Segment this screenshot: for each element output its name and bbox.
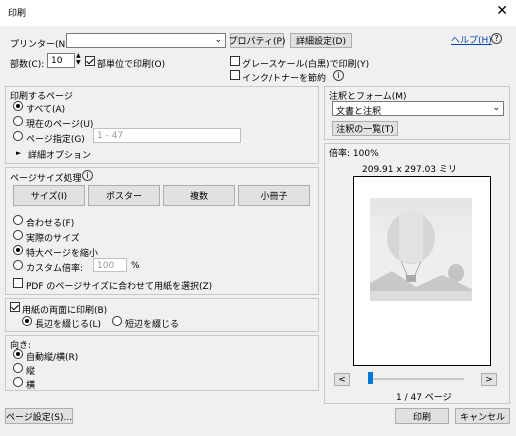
page-setup-button[interactable]: ページ設定(S)... [5,408,73,424]
radio-auto-orientation-label: 自動縦/横(R) [26,353,79,363]
info-icon[interactable]: i [333,70,344,81]
orientation-panel [5,335,319,391]
collate-label: 部単位で印刷(O) [97,60,166,70]
radio-all-label: すべて(A) [26,105,66,115]
size-button[interactable]: サイズ(I) [13,185,85,206]
radio-shrink-oversized-label: 特大ページを縮小 [26,249,98,259]
next-page-button[interactable]: > [481,373,497,386]
preview-image [370,198,472,301]
pdf-paper-checkbox[interactable] [13,278,23,288]
help-icon[interactable]: ? [491,33,502,44]
copies-input[interactable]: 10 [47,53,75,68]
more-options-icon[interactable]: ► [16,149,21,157]
radio-page-range-label: ページ指定(G) [26,135,85,145]
page-sizing-info-icon[interactable]: i [82,170,93,181]
radio-shrink-oversized[interactable] [13,245,23,255]
chevron-down-icon: ⌄ [214,35,222,45]
radio-current-page-label: 現在のページ(U) [26,120,94,130]
radio-portrait-label: 縦 [26,367,36,377]
percent-label: % [131,261,140,271]
pages-to-print-title: 印刷するページ [10,92,73,102]
radio-auto-orientation[interactable] [13,349,23,359]
close-icon[interactable]: ✕ [496,3,508,19]
window-title: 印刷 [8,9,27,19]
radio-landscape[interactable] [13,377,23,387]
summarize-comments-button[interactable]: 注釈の一覧(T) [332,121,398,136]
multiple-button[interactable]: 複数 [163,185,235,206]
prev-page-button[interactable]: < [334,373,350,386]
print-button[interactable]: 印刷 [395,408,449,424]
radio-long-edge-label: 長辺を綴じる(L) [35,320,102,330]
save-ink-label: インク/トナーを節約 [242,74,327,84]
save-ink-checkbox[interactable] [230,70,240,80]
page-indicator: 1 / 47 ページ [396,393,452,403]
paper-dimensions: 209.91 x 297.03 ミリ [362,165,457,175]
help-link[interactable]: ヘルプ(H) [451,33,492,46]
radio-fit[interactable] [13,215,23,225]
booklet-button[interactable]: 小冊子 [238,185,310,206]
printer-label: プリンター(N): [10,40,72,50]
page-preview [353,176,491,366]
radio-short-edge-label: 短辺を綴じる [125,320,180,330]
scale-label: 倍率: 100% [329,149,379,159]
radio-custom-scale[interactable] [13,260,23,270]
radio-portrait[interactable] [13,363,23,373]
radio-long-edge[interactable] [22,316,32,326]
grayscale-checkbox[interactable] [230,56,240,66]
radio-actual-size-label: 実際のサイズ [26,234,80,244]
radio-fit-label: 合わせる(F) [26,219,75,229]
radio-current-page[interactable] [13,116,23,126]
duplex-checkbox[interactable] [10,302,20,312]
page-slider-track[interactable] [368,378,464,380]
custom-scale-input[interactable]: 100 [93,258,127,272]
collate-checkbox[interactable] [85,56,95,66]
chevron-down-icon: ⌄ [492,103,500,113]
radio-landscape-label: 横 [26,381,36,391]
duplex-label: 用紙の両面に印刷(B) [22,306,108,316]
radio-actual-size[interactable] [13,230,23,240]
printer-select[interactable]: ⌄ [66,33,226,48]
cancel-button[interactable]: キャンセル [455,408,510,424]
radio-all[interactable] [13,101,23,111]
page-range-input[interactable]: 1 - 47 [93,128,241,143]
copies-label: 部数(C): [10,60,45,70]
page-slider-thumb[interactable] [368,372,373,384]
comments-select[interactable]: 文書と注釈 ⌄ [332,101,504,117]
page-sizing-title: ページサイズ処理 [10,174,82,184]
poster-button[interactable]: ポスター [88,185,160,206]
radio-page-range[interactable] [13,131,23,141]
advanced-button[interactable]: 詳細設定(D) [290,33,352,48]
comments-value: 文書と注釈 [336,107,382,117]
title-bar [0,0,516,26]
radio-short-edge[interactable] [112,316,122,326]
pdf-paper-label: PDF のページサイズに合わせて用紙を選択(Z) [26,282,213,292]
grayscale-label: グレースケール(白黒)で印刷(Y) [242,60,370,70]
radio-custom-scale-label: カスタム倍率: [26,264,84,274]
properties-button[interactable]: プロパティ(P) [229,33,285,48]
copies-stepper[interactable]: ▲ ▼ [76,52,81,66]
more-options-link[interactable]: 詳細オプション [28,148,91,161]
